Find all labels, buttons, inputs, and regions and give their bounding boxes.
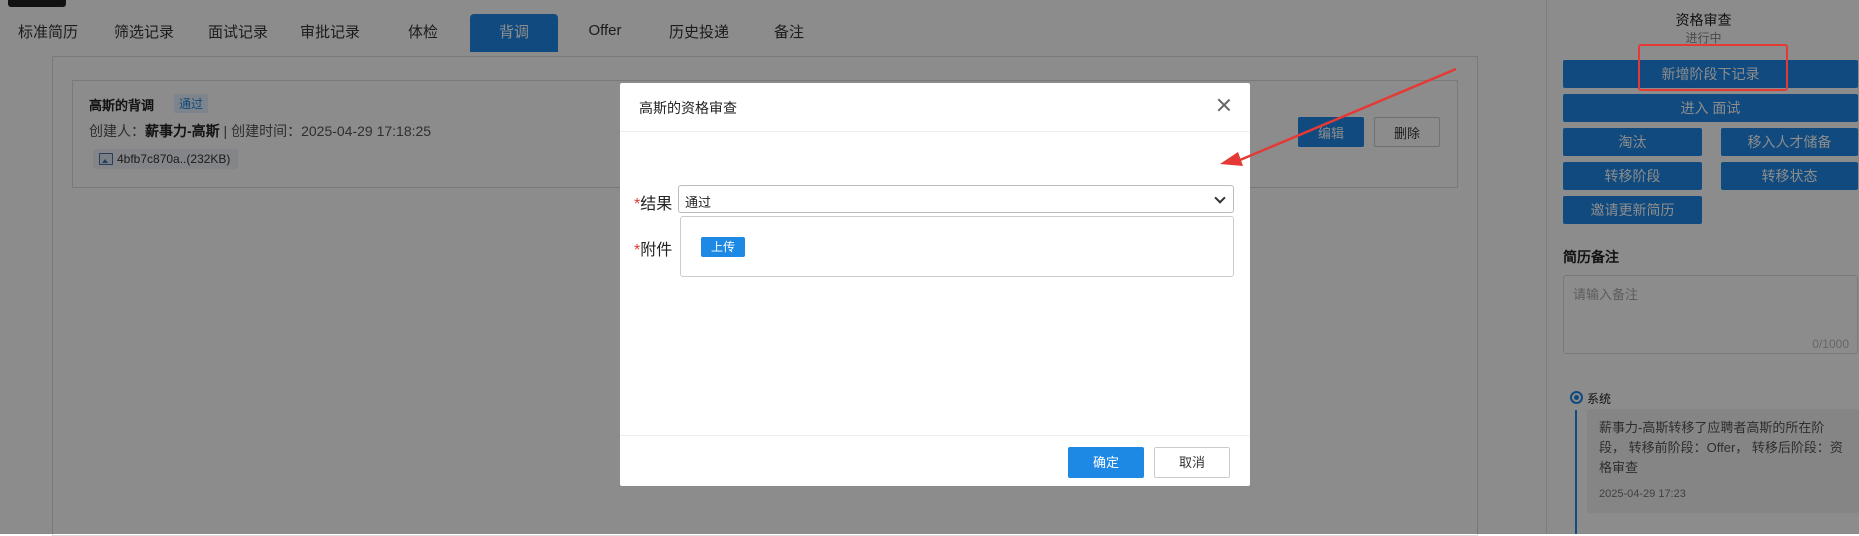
result-select[interactable]: 通过 [678, 185, 1234, 213]
confirm-button[interactable]: 确定 [1068, 447, 1144, 478]
upload-button[interactable]: 上传 [701, 237, 745, 257]
attachment-label-text: 附件 [640, 242, 673, 259]
dialog-footer-divider [620, 435, 1250, 436]
result-label-text: 结果 [640, 196, 673, 213]
cancel-button[interactable]: 取消 [1154, 447, 1230, 478]
result-label: *结果 [634, 190, 672, 214]
highlight-box [1638, 44, 1788, 91]
dialog-header-divider [620, 131, 1250, 132]
attachment-upload-area: 上传 [680, 216, 1234, 277]
close-icon[interactable] [1216, 97, 1232, 113]
result-select-value: 通过 [685, 195, 712, 210]
chevron-down-icon [1214, 192, 1226, 204]
qualification-review-dialog: 高斯的资格审查 *结果 通过 *附件 上传 确定 取消 [620, 83, 1250, 486]
attachment-label: *附件 [634, 236, 672, 260]
dialog-title: 高斯的资格审查 [639, 100, 737, 116]
